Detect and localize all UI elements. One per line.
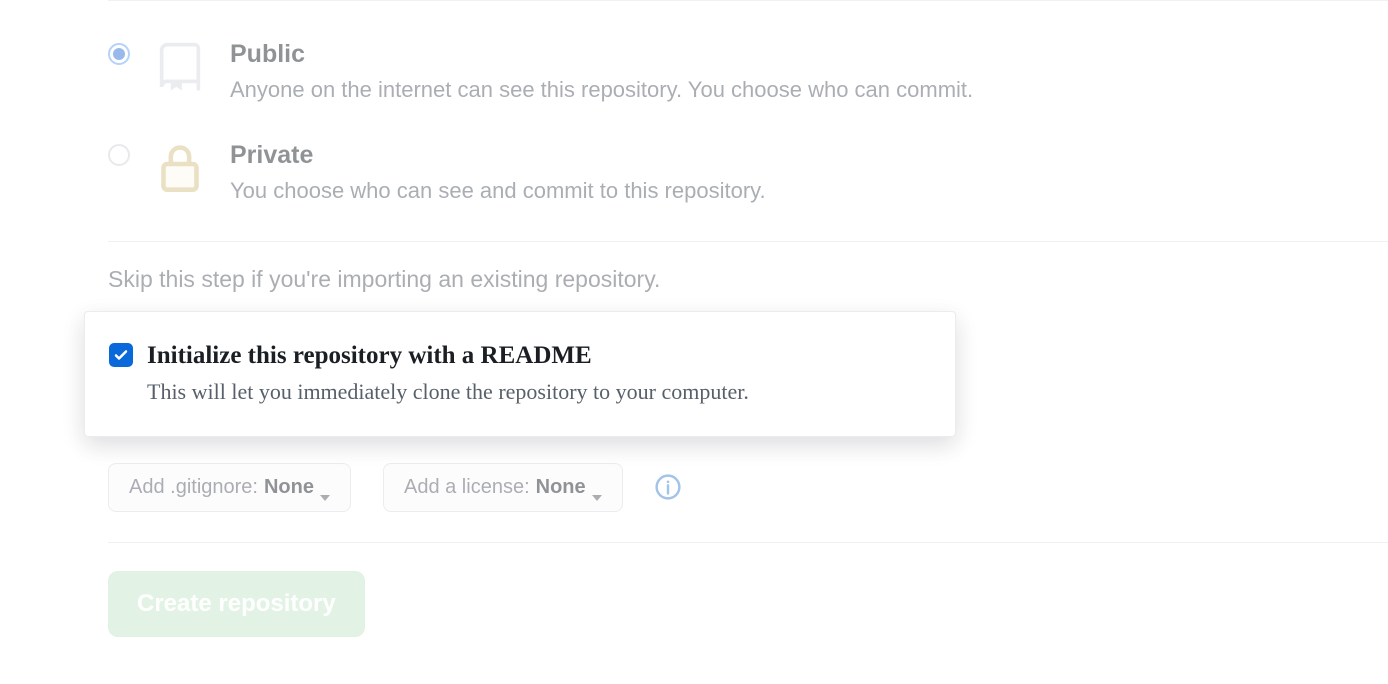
create-repository-button[interactable]: Create repository <box>108 571 365 637</box>
chevron-down-icon <box>592 484 602 490</box>
readme-checkbox[interactable] <box>109 343 133 367</box>
private-description: You choose who can see and commit to thi… <box>230 176 766 207</box>
repo-icon <box>158 41 202 89</box>
public-description: Anyone on the internet can see this repo… <box>230 75 973 106</box>
radio-private[interactable] <box>108 144 130 166</box>
readme-text: Initialize this repository with a README… <box>147 340 794 408</box>
divider-middle <box>108 241 1388 242</box>
gitignore-value: None <box>264 476 314 499</box>
visibility-private-text: Private You choose who can see and commi… <box>230 140 766 207</box>
public-title: Public <box>230 39 973 69</box>
visibility-option-public[interactable]: Public Anyone on the internet can see th… <box>108 39 1388 106</box>
gitignore-label: Add .gitignore: <box>129 476 258 499</box>
skip-step-text: Skip this step if you're importing an ex… <box>108 266 1388 293</box>
license-label: Add a license: <box>404 476 530 499</box>
radio-public[interactable] <box>108 43 130 65</box>
readme-title: Initialize this repository with a README <box>147 340 794 371</box>
submit-section: Create repository <box>108 543 1388 665</box>
options-row: Add .gitignore: None Add a license: None <box>108 463 1388 512</box>
chevron-down-icon <box>320 484 330 490</box>
private-title: Private <box>230 140 766 170</box>
visibility-section: Public Anyone on the internet can see th… <box>108 1 1388 241</box>
initialize-readme-card: Initialize this repository with a README… <box>84 311 956 437</box>
license-value: None <box>536 476 586 499</box>
readme-description: This will let you immediately clone the … <box>147 377 794 408</box>
gitignore-dropdown[interactable]: Add .gitignore: None <box>108 463 351 512</box>
visibility-option-private[interactable]: Private You choose who can see and commi… <box>108 140 1388 207</box>
lock-icon <box>158 142 202 190</box>
license-dropdown[interactable]: Add a license: None <box>383 463 623 512</box>
info-icon[interactable] <box>655 474 681 500</box>
visibility-public-text: Public Anyone on the internet can see th… <box>230 39 973 106</box>
